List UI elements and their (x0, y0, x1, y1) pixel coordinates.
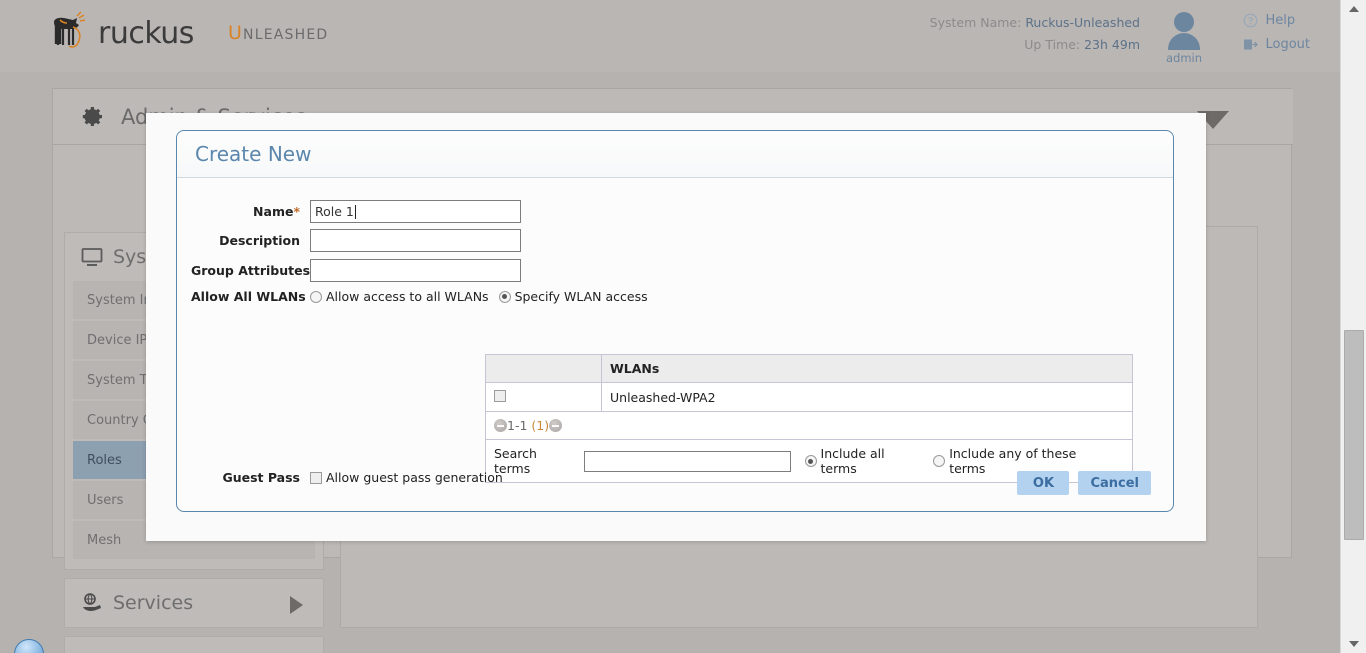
prev-page-icon[interactable] (494, 419, 507, 432)
services-hand-globe-icon (81, 592, 103, 614)
name-label: Name* (191, 204, 310, 219)
wlan-pagination-range: 1-1 (507, 418, 527, 433)
brand-unleashed: UNLEASHED (228, 22, 328, 44)
ruckus-dog-logo-icon (46, 10, 92, 56)
allow-all-wlans-row: Allow All WLANs Allow access to all WLAN… (191, 289, 658, 304)
system-info: System Name: Ruckus-Unleashed Up Time: 2… (930, 12, 1140, 56)
description-label: Description (191, 233, 310, 248)
dialog-body: Name* Role 1 Description Group Attribute… (177, 178, 1173, 468)
sidebar-item-label: Roles (87, 453, 122, 468)
next-page-icon[interactable] (549, 419, 562, 432)
wlan-pagination-count: (1) (531, 418, 549, 433)
sidebar-group-services: Services (64, 578, 324, 628)
description-input[interactable] (310, 229, 521, 252)
header-links: Help Logout (1243, 13, 1310, 61)
name-field-row: Name* Role 1 (191, 200, 521, 223)
wlan-table-pagination-row: 1-1 (1) (486, 412, 1133, 440)
radio-allow-access-to-all-wlans-label: Allow access to all WLANs (326, 289, 489, 304)
brand-unleashed-rest: NLEASHED (243, 27, 328, 43)
scroll-up-icon[interactable] (1341, 0, 1366, 18)
sidebar-group-extra (64, 636, 324, 653)
required-marker: * (293, 204, 300, 219)
name-input[interactable]: Role 1 (310, 200, 521, 223)
dialog-footer: OK Cancel (177, 455, 1173, 511)
caret-right-icon[interactable] (290, 596, 303, 614)
wlan-row-select-cell[interactable] (486, 383, 602, 412)
question-circle-icon (1243, 13, 1258, 28)
group-attributes-input[interactable] (310, 259, 521, 282)
radio-allow-access-to-all-wlans[interactable] (310, 291, 322, 303)
user-avatar-body-icon (1168, 33, 1200, 50)
app-root: ruckus UNLEASHED System Name: Ruckus-Unl… (0, 0, 1366, 653)
monitor-icon (81, 246, 103, 268)
vertical-scrollbar[interactable] (1340, 0, 1366, 653)
user-name-label: admin (1156, 51, 1212, 65)
name-input-value: Role 1 (315, 204, 354, 219)
help-label: Help (1265, 13, 1295, 28)
create-new-dialog: Create New Name* Role 1 Description Grou… (176, 130, 1174, 512)
scrollbar-thumb[interactable] (1344, 330, 1364, 540)
logout-icon (1243, 37, 1258, 52)
radio-specify-wlan-access-label: Specify WLAN access (515, 289, 648, 304)
cancel-button[interactable]: Cancel (1078, 471, 1151, 495)
sidebar-group-label-services: Services (113, 592, 193, 614)
scroll-down-icon[interactable] (1341, 635, 1366, 653)
system-name-value: Ruckus-Unleashed (1025, 15, 1140, 30)
logout-link[interactable]: Logout (1243, 37, 1310, 52)
uptime-value: 23h 49m (1084, 37, 1140, 52)
brand-unleashed-first: U (228, 22, 243, 44)
wlan-table-name-header: WLANs (602, 355, 1133, 383)
dialog-header: Create New (177, 131, 1173, 178)
help-link[interactable]: Help (1243, 13, 1310, 28)
sidebar-group-header-services[interactable]: Services (65, 579, 323, 627)
system-name-row: System Name: Ruckus-Unleashed (930, 12, 1140, 34)
wlan-table-select-header (486, 355, 602, 383)
table-row[interactable]: Unleashed-WPA2 (486, 383, 1133, 412)
app-header: ruckus UNLEASHED System Name: Ruckus-Unl… (0, 0, 1340, 72)
group-attributes-field-row: Group Attributes (191, 259, 521, 282)
brand-wordmark: ruckus (98, 16, 194, 51)
sidebar-item-label: Users (87, 493, 123, 508)
uptime-label: Up Time: (1024, 37, 1080, 52)
ok-button[interactable]: OK (1017, 471, 1069, 495)
logout-label: Logout (1265, 37, 1310, 52)
description-field-row: Description (191, 229, 521, 252)
wlan-row-name-cell: Unleashed-WPA2 (602, 383, 1133, 412)
sidebar-item-label: Mesh (87, 533, 121, 548)
wlan-table-header-row: WLANs (486, 355, 1133, 383)
avatar[interactable]: admin (1156, 10, 1212, 65)
uptime-row: Up Time: 23h 49m (930, 34, 1140, 56)
name-label-text: Name (253, 204, 293, 219)
dialog-title: Create New (195, 142, 311, 166)
user-avatar-icon (1174, 12, 1194, 32)
text-cursor-icon (355, 205, 356, 219)
gear-icon (75, 102, 105, 132)
radio-specify-wlan-access[interactable] (499, 291, 511, 303)
wlan-row-checkbox[interactable] (494, 390, 506, 402)
brand-logo[interactable]: ruckus UNLEASHED (46, 10, 328, 56)
allow-all-wlans-label: Allow All WLANs (191, 289, 310, 304)
wlan-table-pagination-cell: 1-1 (1) (486, 412, 1133, 440)
system-name-label: System Name: (930, 15, 1022, 30)
group-attributes-label: Group Attributes (191, 263, 310, 278)
